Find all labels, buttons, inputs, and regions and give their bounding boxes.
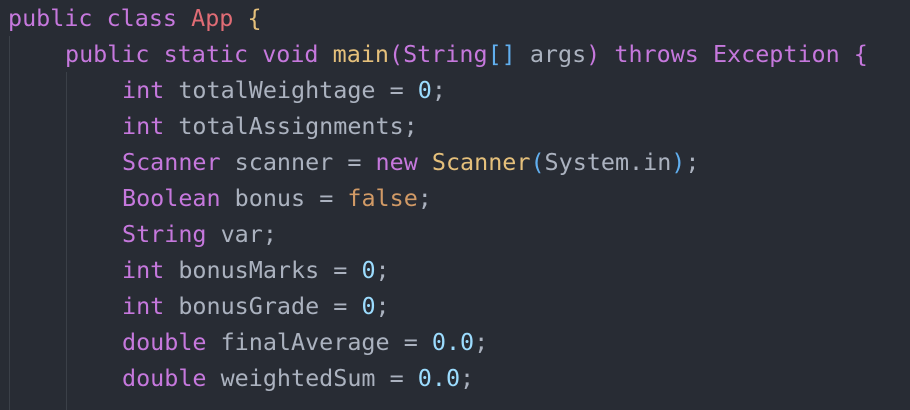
- code-line[interactable]: int bonusGrade = 0;: [122, 288, 390, 324]
- type-token: Boolean: [122, 184, 221, 212]
- code-line[interactable]: public class App {: [8, 0, 262, 36]
- code-line[interactable]: double weightedSum = 0.0;: [122, 360, 474, 396]
- paren-token: (: [530, 148, 545, 176]
- paren-token: ): [671, 148, 686, 176]
- semicolon-token: ;: [417, 184, 432, 212]
- type-token: String: [403, 40, 488, 68]
- operator-token: =: [389, 76, 404, 104]
- operator-token: =: [403, 328, 418, 356]
- code-line[interactable]: int totalWeightage = 0;: [122, 72, 446, 108]
- keyword-token: static: [163, 40, 249, 68]
- operator-token: =: [333, 292, 348, 320]
- identifier-token: finalAverage: [220, 328, 390, 356]
- type-token: double: [122, 364, 207, 392]
- number-token: 0: [361, 292, 376, 320]
- keyword-token: class: [106, 4, 178, 32]
- identifier-token: totalWeightage: [178, 76, 376, 104]
- identifier-token: scanner: [234, 148, 334, 176]
- code-line[interactable]: public static void main(String[] args) t…: [65, 36, 868, 72]
- identifier-token: bonusMarks: [178, 256, 320, 284]
- operator-token: =: [333, 256, 348, 284]
- semicolon-token: ;: [403, 112, 418, 140]
- code-line[interactable]: int bonusMarks = 0;: [122, 252, 390, 288]
- identifier-token: bonusGrade: [178, 292, 320, 320]
- semicolon-token: ;: [685, 148, 700, 176]
- type-token: int: [122, 112, 165, 140]
- boolean-literal-token: false: [347, 184, 418, 212]
- number-token: 0: [361, 256, 376, 284]
- keyword-token: public: [65, 40, 150, 68]
- type-token: int: [122, 292, 165, 320]
- code-line[interactable]: int totalAssignments;: [122, 108, 418, 144]
- keyword-token: throws: [614, 40, 699, 68]
- semicolon-token: ;: [262, 220, 277, 248]
- paren-token: ): [586, 40, 601, 68]
- indent-guide: [66, 72, 67, 410]
- type-token: int: [122, 76, 165, 104]
- semicolon-token: ;: [460, 364, 475, 392]
- code-editor[interactable]: public class App { public static void ma…: [0, 0, 910, 410]
- type-token: double: [122, 328, 207, 356]
- type-token: int: [122, 256, 165, 284]
- method-name-token: main: [332, 40, 389, 68]
- number-token: 0.0: [431, 328, 475, 356]
- keyword-token: new: [375, 148, 418, 176]
- code-line[interactable]: Boolean bonus = false;: [122, 180, 432, 216]
- bracket-token: []: [487, 40, 516, 68]
- paren-token: (: [388, 40, 404, 68]
- type-token: Exception: [712, 40, 840, 68]
- identifier-token: System.in: [544, 148, 672, 176]
- type-token: Scanner: [122, 148, 221, 176]
- brace-token: {: [247, 4, 262, 32]
- indent-guide: [9, 36, 10, 410]
- identifier-token: args: [529, 40, 587, 68]
- semicolon-token: ;: [431, 76, 446, 104]
- identifier-token: var: [220, 220, 263, 248]
- operator-token: =: [347, 148, 362, 176]
- number-token: 0: [417, 76, 432, 104]
- identifier-token: totalAssignments: [178, 112, 404, 140]
- keyword-token: void: [262, 40, 319, 68]
- operator-token: =: [319, 184, 334, 212]
- identifier-token: weightedSum: [220, 364, 376, 392]
- class-name-token: App: [191, 4, 234, 32]
- number-token: 0.0: [417, 364, 461, 392]
- type-token: String: [122, 220, 207, 248]
- code-line[interactable]: String var;: [122, 216, 277, 252]
- operator-token: =: [389, 364, 404, 392]
- code-line[interactable]: Scanner scanner = new Scanner(System.in)…: [122, 144, 699, 180]
- code-line[interactable]: double finalAverage = 0.0;: [122, 324, 488, 360]
- semicolon-token: ;: [474, 328, 489, 356]
- constructor-token: Scanner: [431, 148, 531, 176]
- semicolon-token: ;: [375, 292, 390, 320]
- keyword-token: public: [8, 4, 93, 32]
- identifier-token: bonus: [234, 184, 306, 212]
- semicolon-token: ;: [375, 256, 390, 284]
- brace-token: {: [853, 40, 868, 68]
